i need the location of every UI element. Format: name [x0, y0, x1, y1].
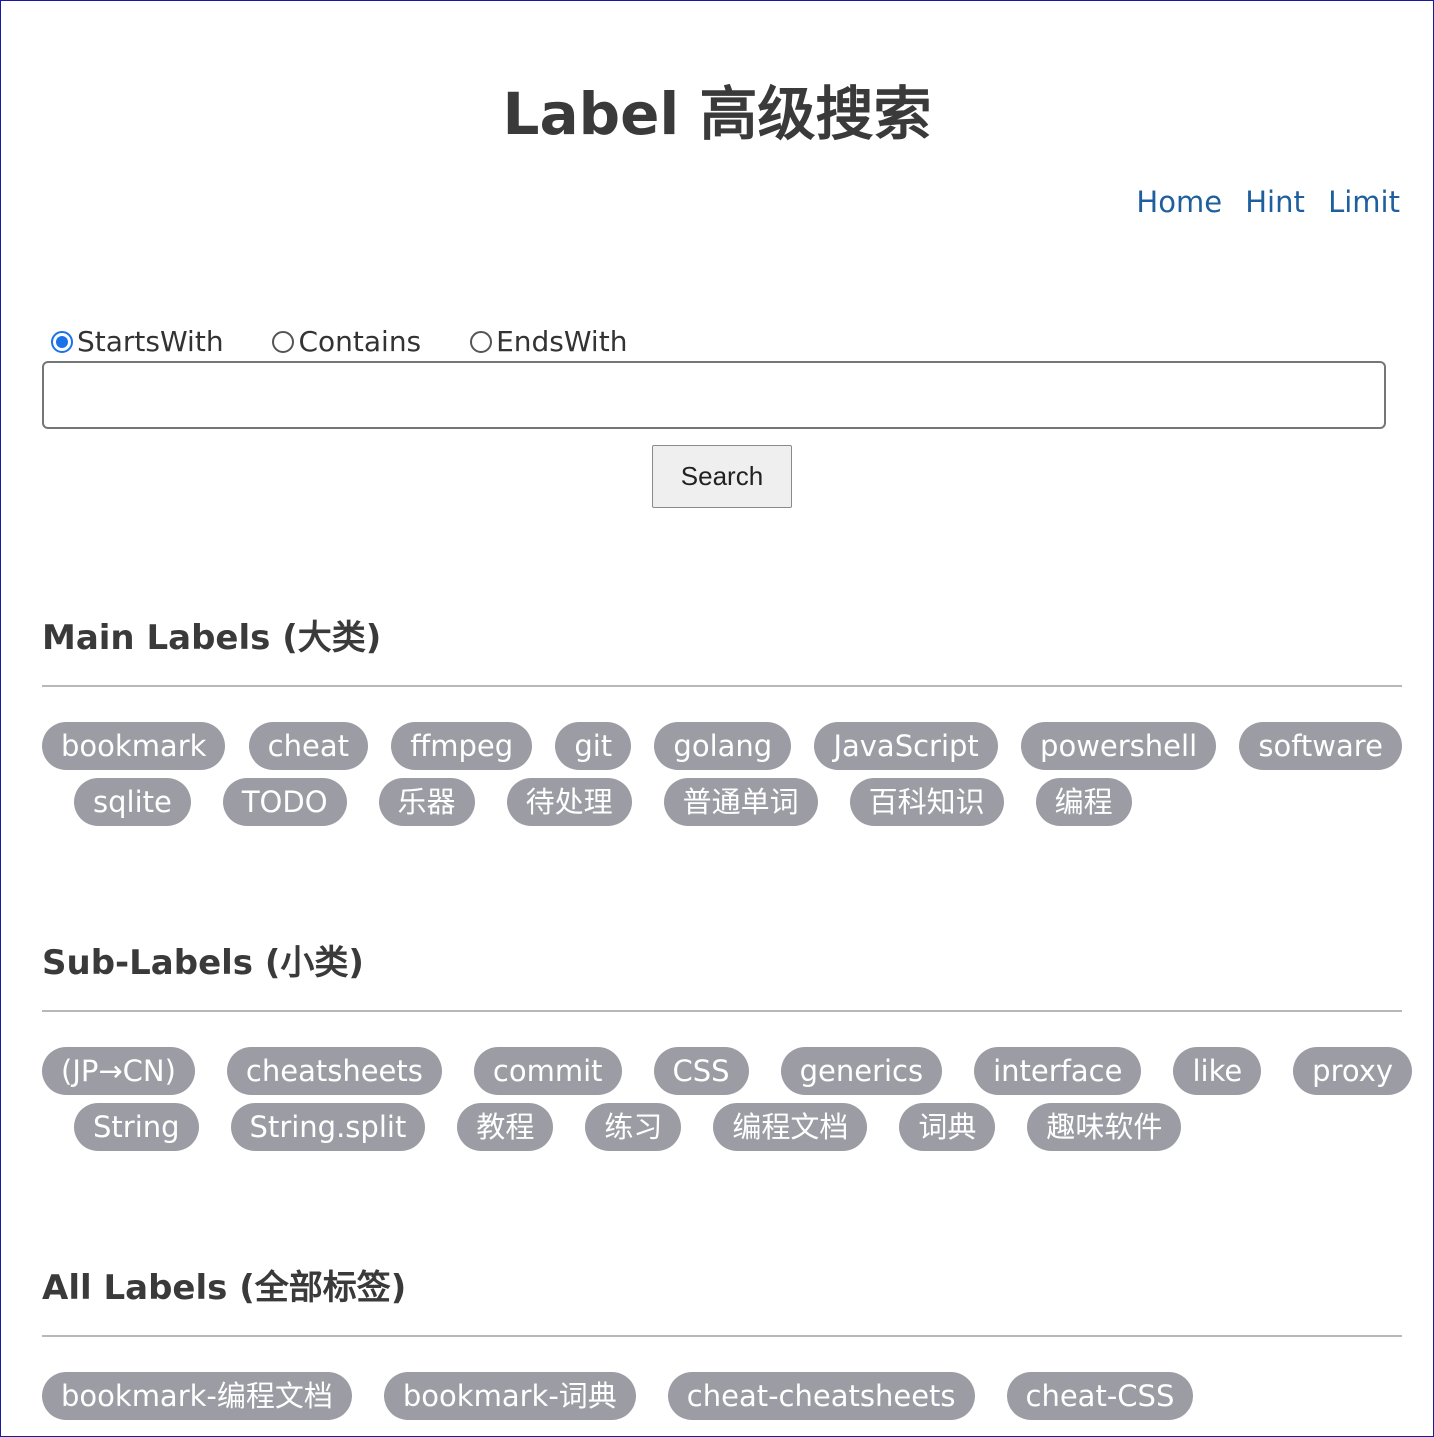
- main-tag[interactable]: 乐器: [378, 778, 475, 826]
- main-tag[interactable]: TODO: [222, 778, 347, 826]
- all-labels-divider: [42, 1335, 1402, 1337]
- sub-tag[interactable]: String: [74, 1103, 199, 1151]
- nav-hint-link[interactable]: Hint: [1245, 185, 1305, 219]
- sub-tag[interactable]: cheatsheets: [226, 1047, 442, 1095]
- all-tag[interactable]: cheat-cheatsheets: [667, 1372, 975, 1420]
- sub-tag[interactable]: 词典: [899, 1103, 996, 1151]
- main-tag[interactable]: 普通单词: [663, 778, 818, 826]
- search-mode-group: StartsWith Contains EndsWith: [51, 323, 667, 358]
- sub-tag[interactable]: 编程文档: [713, 1103, 868, 1151]
- main-tag[interactable]: bookmark: [42, 722, 226, 770]
- all-labels-list: bookmark-编程文档 bookmark-词典 cheat-cheatshe…: [42, 1372, 1402, 1428]
- mode-startswith-label: StartsWith: [77, 324, 224, 358]
- tag-row: sqlite TODO 乐器 待处理 普通单词 百科知识 编程: [42, 778, 1402, 826]
- sub-labels-title: Sub-Labels (小类): [42, 943, 364, 983]
- mode-contains-label: Contains: [298, 324, 422, 358]
- sub-tag[interactable]: like: [1173, 1047, 1262, 1095]
- main-labels-list: bookmark cheat ffmpeg git golang JavaScr…: [42, 722, 1402, 834]
- search-input[interactable]: [42, 361, 1386, 429]
- main-tag[interactable]: JavaScript: [814, 722, 998, 770]
- sub-tag[interactable]: commit: [473, 1047, 622, 1095]
- all-tag[interactable]: bookmark-词典: [383, 1372, 636, 1420]
- main-tag[interactable]: 待处理: [506, 778, 632, 826]
- main-tag[interactable]: 编程: [1035, 778, 1132, 826]
- all-tag[interactable]: cheat-CSS: [1006, 1372, 1194, 1420]
- main-labels-title: Main Labels (大类): [42, 618, 382, 658]
- all-tag[interactable]: bookmark-编程文档: [42, 1372, 352, 1420]
- sub-tag[interactable]: proxy: [1293, 1047, 1413, 1095]
- sub-tag[interactable]: String.split: [230, 1103, 426, 1151]
- tag-row: (JP→CN) cheatsheets commit CSS generics …: [42, 1047, 1413, 1095]
- sub-tag[interactable]: (JP→CN): [42, 1047, 195, 1095]
- mode-contains-option[interactable]: Contains: [272, 325, 421, 358]
- main-tag[interactable]: powershell: [1021, 722, 1217, 770]
- nav-limit-link[interactable]: Limit: [1328, 185, 1400, 219]
- all-labels-title: All Labels (全部标签): [42, 1268, 407, 1308]
- mode-contains-radio[interactable]: [272, 330, 295, 353]
- sub-tag[interactable]: generics: [780, 1047, 943, 1095]
- sub-labels-divider: [42, 1010, 1402, 1012]
- main-tag[interactable]: golang: [654, 722, 792, 770]
- mode-endswith-radio[interactable]: [470, 330, 493, 353]
- tag-row: bookmark-编程文档 bookmark-词典 cheat-cheatshe…: [42, 1372, 1402, 1420]
- mode-startswith-option[interactable]: StartsWith: [51, 325, 224, 358]
- sub-tag[interactable]: 趣味软件: [1027, 1103, 1182, 1151]
- sub-tag[interactable]: 练习: [585, 1103, 682, 1151]
- sub-tag[interactable]: CSS: [653, 1047, 749, 1095]
- main-tag[interactable]: sqlite: [74, 778, 191, 826]
- mode-endswith-option[interactable]: EndsWith: [470, 325, 627, 358]
- main-tag[interactable]: software: [1239, 722, 1402, 770]
- main-tag[interactable]: ffmpeg: [391, 722, 533, 770]
- sub-labels-list: (JP→CN) cheatsheets commit CSS generics …: [42, 1047, 1413, 1159]
- search-button[interactable]: Search: [652, 445, 792, 508]
- sub-tag[interactable]: 教程: [457, 1103, 554, 1151]
- main-tag[interactable]: 百科知识: [849, 778, 1004, 826]
- mode-endswith-label: EndsWith: [496, 324, 628, 358]
- main-labels-divider: [42, 685, 1402, 687]
- tag-row: bookmark cheat ffmpeg git golang JavaScr…: [42, 722, 1402, 770]
- tag-row: String String.split 教程 练习 编程文档 词典 趣味软件: [42, 1103, 1402, 1151]
- nav-home-link[interactable]: Home: [1136, 185, 1222, 219]
- sub-tag[interactable]: interface: [974, 1047, 1142, 1095]
- mode-startswith-radio[interactable]: [51, 330, 73, 353]
- top-nav: Home Hint Limit: [1122, 185, 1400, 219]
- main-tag[interactable]: git: [555, 722, 632, 770]
- main-tag[interactable]: cheat: [248, 722, 368, 770]
- page-title: Label 高级搜索: [502, 80, 932, 148]
